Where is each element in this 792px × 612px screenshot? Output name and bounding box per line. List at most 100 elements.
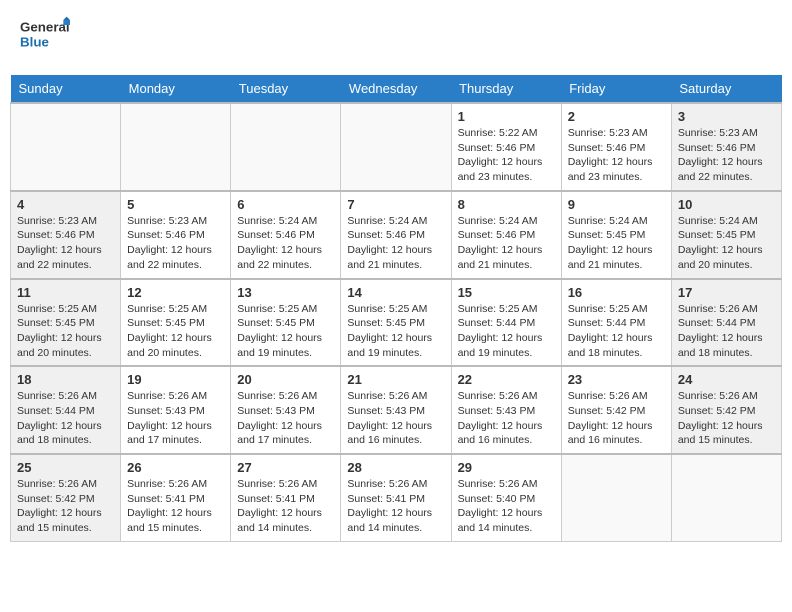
day-number: 27: [237, 460, 334, 475]
day-info: Sunrise: 5:24 AMSunset: 5:46 PMDaylight:…: [347, 214, 444, 273]
table-row: 6 Sunrise: 5:24 AMSunset: 5:46 PMDaylight…: [231, 191, 341, 279]
day-info: Sunrise: 5:24 AMSunset: 5:46 PMDaylight:…: [237, 214, 334, 273]
day-info: Sunrise: 5:26 AMSunset: 5:41 PMDaylight:…: [347, 477, 444, 536]
weekday-header-row: SundayMondayTuesdayWednesdayThursdayFrid…: [11, 75, 782, 103]
day-info: Sunrise: 5:26 AMSunset: 5:43 PMDaylight:…: [458, 389, 555, 448]
day-number: 24: [678, 372, 775, 387]
table-row: 12 Sunrise: 5:25 AMSunset: 5:45 PMDayligh…: [121, 279, 231, 367]
day-number: 26: [127, 460, 224, 475]
day-number: 2: [568, 109, 665, 124]
table-row: 15 Sunrise: 5:25 AMSunset: 5:44 PMDayligh…: [451, 279, 561, 367]
weekday-thursday: Thursday: [451, 75, 561, 103]
table-row: 13Sunrise: 5:25 AMSunset: 5:45 PMDayligh…: [231, 279, 341, 367]
table-row: 7 Sunrise: 5:24 AMSunset: 5:46 PMDaylight…: [341, 191, 451, 279]
table-row: 14 Sunrise: 5:25 AMSunset: 5:45 PMDayligh…: [341, 279, 451, 367]
day-number: 29: [458, 460, 555, 475]
day-info: Sunrise: 5:26 AMSunset: 5:40 PMDaylight:…: [458, 477, 555, 536]
table-row: 8 Sunrise: 5:24 AMSunset: 5:46 PMDaylight…: [451, 191, 561, 279]
table-row: 4 Sunrise: 5:23 AMSunset: 5:46 PMDaylight…: [11, 191, 121, 279]
day-info: Sunrise: 5:25 AMSunset: 5:45 PMDaylight:…: [347, 302, 444, 361]
table-row: [341, 103, 451, 191]
week-row-5: 25 Sunrise: 5:26 AMSunset: 5:42 PMDayligh…: [11, 454, 782, 541]
table-row: 17 Sunrise: 5:26 AMSunset: 5:44 PMDayligh…: [671, 279, 781, 367]
table-row: 5Sunrise: 5:23 AMSunset: 5:46 PMDaylight…: [121, 191, 231, 279]
table-row: 27 Sunrise: 5:26 AMSunset: 5:41 PMDayligh…: [231, 454, 341, 541]
day-info: Sunrise: 5:25 AMSunset: 5:44 PMDaylight:…: [568, 302, 665, 361]
day-info: Sunrise: 5:26 AMSunset: 5:43 PMDaylight:…: [127, 389, 224, 448]
table-row: [11, 103, 121, 191]
table-row: 26 Sunrise: 5:26 AMSunset: 5:41 PMDayligh…: [121, 454, 231, 541]
day-number: 20: [237, 372, 334, 387]
week-row-1: 1 Sunrise: 5:22 AMSunset: 5:46 PMDaylight…: [11, 103, 782, 191]
week-row-2: 4 Sunrise: 5:23 AMSunset: 5:46 PMDaylight…: [11, 191, 782, 279]
table-row: [561, 454, 671, 541]
table-row: 24 Sunrise: 5:26 AMSunset: 5:42 PMDayligh…: [671, 366, 781, 454]
day-info: Sunrise: 5:25 AMSunset: 5:45 PMDaylight:…: [127, 302, 224, 361]
day-number: 10: [678, 197, 775, 212]
table-row: 25 Sunrise: 5:26 AMSunset: 5:42 PMDayligh…: [11, 454, 121, 541]
day-number: 6: [237, 197, 334, 212]
day-number: 15: [458, 285, 555, 300]
table-row: 28Sunrise: 5:26 AMSunset: 5:41 PMDayligh…: [341, 454, 451, 541]
day-info: Sunrise: 5:26 AMSunset: 5:42 PMDaylight:…: [17, 477, 114, 536]
day-number: 22: [458, 372, 555, 387]
weekday-monday: Monday: [121, 75, 231, 103]
table-row: 3Sunrise: 5:23 AMSunset: 5:46 PMDaylight…: [671, 103, 781, 191]
logo-svg: General Blue: [20, 15, 70, 60]
svg-text:Blue: Blue: [20, 35, 49, 50]
table-row: 19 Sunrise: 5:26 AMSunset: 5:43 PMDayligh…: [121, 366, 231, 454]
day-number: 19: [127, 372, 224, 387]
day-number: 21: [347, 372, 444, 387]
weekday-sunday: Sunday: [11, 75, 121, 103]
day-number: 7: [347, 197, 444, 212]
day-info: Sunrise: 5:26 AMSunset: 5:41 PMDaylight:…: [237, 477, 334, 536]
svg-text:General: General: [20, 20, 70, 35]
day-number: 9: [568, 197, 665, 212]
table-row: [231, 103, 341, 191]
table-row: [671, 454, 781, 541]
week-row-4: 18Sunrise: 5:26 AMSunset: 5:44 PMDayligh…: [11, 366, 782, 454]
day-info: Sunrise: 5:26 AMSunset: 5:43 PMDaylight:…: [347, 389, 444, 448]
day-info: Sunrise: 5:23 AMSunset: 5:46 PMDaylight:…: [17, 214, 114, 273]
table-row: 11 Sunrise: 5:25 AMSunset: 5:45 PMDayligh…: [11, 279, 121, 367]
day-info: Sunrise: 5:26 AMSunset: 5:41 PMDaylight:…: [127, 477, 224, 536]
day-info: Sunrise: 5:26 AMSunset: 5:44 PMDaylight:…: [678, 302, 775, 361]
day-number: 18: [17, 372, 114, 387]
day-number: 8: [458, 197, 555, 212]
table-row: 20 Sunrise: 5:26 AMSunset: 5:43 PMDayligh…: [231, 366, 341, 454]
day-number: 12: [127, 285, 224, 300]
day-info: Sunrise: 5:23 AMSunset: 5:46 PMDaylight:…: [678, 126, 775, 185]
day-info: Sunrise: 5:24 AMSunset: 5:46 PMDaylight:…: [458, 214, 555, 273]
day-info: Sunrise: 5:26 AMSunset: 5:42 PMDaylight:…: [568, 389, 665, 448]
day-number: 23: [568, 372, 665, 387]
table-row: 1 Sunrise: 5:22 AMSunset: 5:46 PMDaylight…: [451, 103, 561, 191]
weekday-friday: Friday: [561, 75, 671, 103]
day-info: Sunrise: 5:26 AMSunset: 5:42 PMDaylight:…: [678, 389, 775, 448]
weekday-wednesday: Wednesday: [341, 75, 451, 103]
table-row: 16 Sunrise: 5:25 AMSunset: 5:44 PMDayligh…: [561, 279, 671, 367]
day-info: Sunrise: 5:22 AMSunset: 5:46 PMDaylight:…: [458, 126, 555, 185]
day-info: Sunrise: 5:25 AMSunset: 5:45 PMDaylight:…: [17, 302, 114, 361]
day-number: 5: [127, 197, 224, 212]
day-info: Sunrise: 5:26 AMSunset: 5:43 PMDaylight:…: [237, 389, 334, 448]
day-info: Sunrise: 5:23 AMSunset: 5:46 PMDaylight:…: [568, 126, 665, 185]
day-info: Sunrise: 5:25 AMSunset: 5:44 PMDaylight:…: [458, 302, 555, 361]
day-number: 14: [347, 285, 444, 300]
day-number: 25: [17, 460, 114, 475]
week-row-3: 11 Sunrise: 5:25 AMSunset: 5:45 PMDayligh…: [11, 279, 782, 367]
table-row: 29 Sunrise: 5:26 AMSunset: 5:40 PMDayligh…: [451, 454, 561, 541]
day-number: 16: [568, 285, 665, 300]
table-row: 18Sunrise: 5:26 AMSunset: 5:44 PMDayligh…: [11, 366, 121, 454]
logo: General Blue: [20, 15, 70, 60]
table-row: 9Sunrise: 5:24 AMSunset: 5:45 PMDaylight…: [561, 191, 671, 279]
day-number: 11: [17, 285, 114, 300]
day-number: 17: [678, 285, 775, 300]
weekday-tuesday: Tuesday: [231, 75, 341, 103]
table-row: 21 Sunrise: 5:26 AMSunset: 5:43 PMDayligh…: [341, 366, 451, 454]
table-row: 23 Sunrise: 5:26 AMSunset: 5:42 PMDayligh…: [561, 366, 671, 454]
day-number: 4: [17, 197, 114, 212]
day-number: 1: [458, 109, 555, 124]
table-row: 10Sunrise: 5:24 AMSunset: 5:45 PMDayligh…: [671, 191, 781, 279]
table-row: [121, 103, 231, 191]
weekday-saturday: Saturday: [671, 75, 781, 103]
